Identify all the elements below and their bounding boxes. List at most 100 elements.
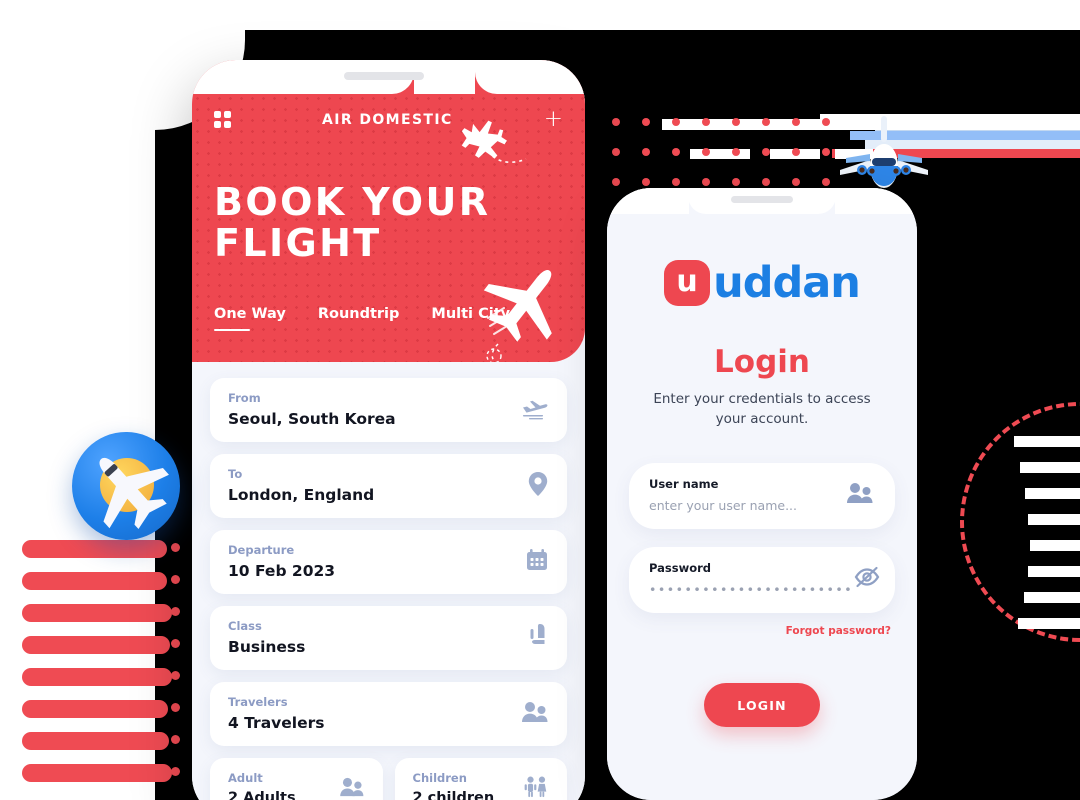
- decor-dot: [672, 118, 680, 126]
- decor-dot: [762, 178, 770, 186]
- decor-dot: [792, 148, 800, 156]
- field-travelers-value: 4 Travelers: [228, 714, 325, 732]
- airplane-glyph: [82, 440, 174, 536]
- field-children-value: 2 children: [412, 790, 495, 800]
- grid-icon[interactable]: [214, 111, 231, 128]
- decor-dot: [642, 178, 650, 186]
- username-field[interactable]: User name enter your user name...: [629, 463, 895, 530]
- decor-dot: [171, 575, 180, 584]
- hero-heading-line-1: BOOK YOUR: [214, 180, 491, 224]
- decor-dot: [702, 148, 710, 156]
- decor-dot: [642, 118, 650, 126]
- decor-bar: [22, 732, 169, 750]
- tab-multi-city[interactable]: Multi City: [431, 306, 510, 331]
- eye-off-icon[interactable]: [853, 565, 881, 593]
- decor-dot: [171, 767, 180, 776]
- login-screen: u uddan Login Enter your credentials to …: [607, 188, 917, 800]
- decor-bar: [22, 572, 167, 590]
- decor-dot: [732, 148, 740, 156]
- field-travelers[interactable]: Travelers 4 Travelers: [210, 682, 567, 746]
- decor-dot: [792, 178, 800, 186]
- decor-dot: [732, 118, 740, 126]
- field-from-label: From: [228, 391, 261, 405]
- decor-dot: [822, 148, 830, 156]
- phone-mockup-login: u uddan Login Enter your credentials to …: [607, 188, 917, 800]
- decor-bar: [22, 764, 172, 782]
- tab-roundtrip[interactable]: Roundtrip: [318, 306, 400, 331]
- field-to-label: To: [228, 467, 243, 481]
- login-fields: User name enter your user name... Passwo…: [607, 463, 917, 637]
- decor-white-bar-right-6: [1028, 566, 1080, 577]
- brand-wordmark: uddan: [713, 257, 861, 308]
- tab-one-way[interactable]: One Way: [214, 306, 286, 331]
- decor-dot: [732, 178, 740, 186]
- earpiece-speaker: [344, 72, 424, 80]
- seat-icon: [527, 623, 549, 653]
- phone-notch-right: [475, 60, 585, 94]
- field-class-value: Business: [228, 638, 306, 656]
- decor-dot: [702, 178, 710, 186]
- login-subtitle: Enter your credentials to access your ac…: [653, 391, 871, 427]
- decor-bar: [22, 636, 170, 654]
- field-travelers-label: Travelers: [228, 695, 288, 709]
- password-input[interactable]: •••••••••••••••••••••••: [649, 582, 853, 597]
- add-icon[interactable]: +: [544, 108, 563, 131]
- decor-white-bar-right-1: [1014, 436, 1080, 447]
- page-title: AIR DOMESTIC: [322, 111, 453, 128]
- decor-white-bar-right-3: [1025, 488, 1080, 499]
- decor-white-bar-right-7: [1024, 592, 1080, 603]
- hero-heading: BOOK YOUR FLIGHT: [214, 180, 491, 266]
- airplane-pin-badge-icon: [72, 432, 180, 540]
- decor-dot: [672, 178, 680, 186]
- decor-dot: [171, 671, 180, 680]
- decor-dot: [612, 178, 620, 186]
- decor-dot: [792, 118, 800, 126]
- airplane-front-icon: [836, 114, 932, 194]
- decor-bar: [22, 668, 172, 686]
- booking-hero: AIR DOMESTIC + BOOK YOUR FLIGHT One Way …: [192, 60, 585, 362]
- people-icon: [339, 777, 365, 800]
- decor-bar: [22, 540, 167, 558]
- calendar-icon: [525, 548, 549, 576]
- field-from-value: Seoul, South Korea: [228, 410, 396, 428]
- field-from[interactable]: From Seoul, South Korea: [210, 378, 567, 442]
- decor-white-bar-right-4: [1028, 514, 1080, 525]
- field-to[interactable]: To London, England: [210, 454, 567, 518]
- username-input[interactable]: enter your user name...: [649, 498, 797, 513]
- decor-dot: [672, 148, 680, 156]
- field-children[interactable]: Children 2 children: [394, 758, 567, 800]
- decor-bar-stack: [0, 540, 175, 800]
- field-adult[interactable]: Adult 2 Adults: [210, 758, 383, 800]
- decor-dot: [612, 148, 620, 156]
- forgot-password-link[interactable]: Forgot password?: [607, 625, 891, 637]
- field-departure-value: 10 Feb 2023: [228, 562, 336, 580]
- field-class-label: Class: [228, 619, 262, 633]
- decor-dot: [612, 118, 620, 126]
- decor-dot: [642, 148, 650, 156]
- password-field[interactable]: Password •••••••••••••••••••••••: [629, 547, 895, 614]
- decor-dot: [822, 118, 830, 126]
- decor-bar: [22, 604, 172, 622]
- passenger-split-row: Adult 2 Adults Children 2 children: [210, 758, 567, 800]
- field-departure[interactable]: Departure 10 Feb 2023: [210, 530, 567, 594]
- field-adult-label: Adult: [228, 771, 263, 785]
- composition-stage: AIR DOMESTIC + BOOK YOUR FLIGHT One Way …: [0, 0, 1080, 800]
- decor-dot: [171, 735, 180, 744]
- decor-bar: [22, 700, 168, 718]
- decor-white-bar-right-5: [1030, 540, 1080, 551]
- field-children-label: Children: [412, 771, 467, 785]
- hero-heading-line-2: FLIGHT: [214, 221, 382, 266]
- decor-dot: [762, 118, 770, 126]
- decor-white-bar-right-2: [1020, 462, 1080, 473]
- phone-notch-right-phone: [607, 188, 917, 214]
- login-heading: Login: [714, 344, 810, 380]
- field-to-value: London, England: [228, 486, 375, 504]
- field-class[interactable]: Class Business: [210, 606, 567, 670]
- people-icon: [521, 701, 549, 727]
- booking-topbar: AIR DOMESTIC +: [192, 108, 585, 131]
- earpiece-speaker: [731, 196, 793, 203]
- booking-form: From Seoul, South Korea To London, Engla…: [192, 362, 585, 800]
- phone-mockup-booking: AIR DOMESTIC + BOOK YOUR FLIGHT One Way …: [192, 60, 585, 800]
- login-button[interactable]: LOGIN: [704, 683, 820, 728]
- decor-dot: [171, 639, 180, 648]
